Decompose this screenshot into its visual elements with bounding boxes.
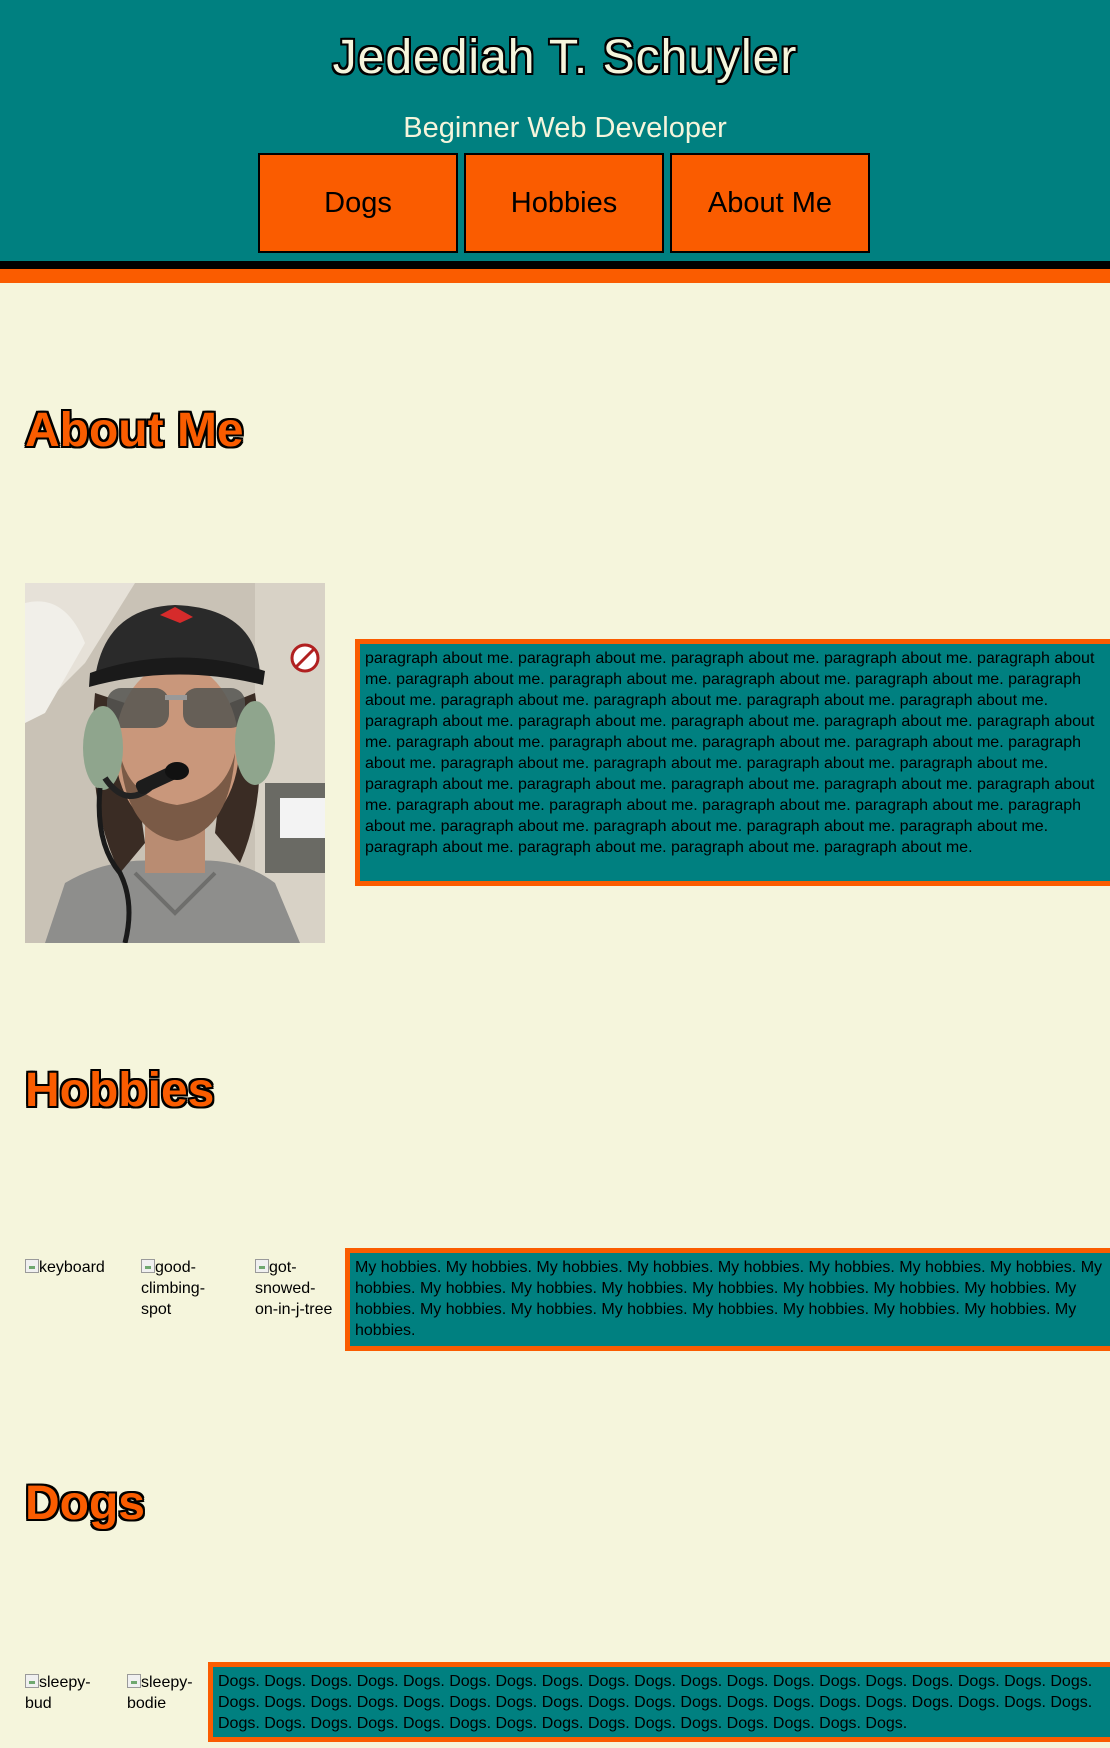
nav-dogs-button[interactable]: Dogs: [258, 153, 458, 253]
header-divider-orange: [0, 269, 1110, 283]
hobby-image-keyboard: keyboard: [25, 1257, 130, 1278]
site-subtitle: Beginner Web Developer: [403, 112, 727, 144]
header-divider-black: [0, 261, 1110, 269]
hobby-image-climbing-spot: good-climbing-spot: [141, 1257, 231, 1320]
site-title: Jedediah T. Schuyler: [332, 31, 798, 84]
broken-image-icon: [25, 1259, 39, 1273]
image-alt-text: keyboard: [39, 1259, 105, 1276]
hobby-image-snowed-tree: got-snowed-on-in-j-tree: [255, 1257, 335, 1320]
broken-image-icon: [127, 1674, 141, 1688]
nav-about-me-button[interactable]: About Me: [670, 153, 870, 253]
dogs-heading: Dogs: [25, 1477, 145, 1530]
about-me-paragraph: paragraph about me. paragraph about me. …: [355, 639, 1110, 886]
hobbies-paragraph: My hobbies. My hobbies. My hobbies. My h…: [345, 1248, 1110, 1351]
site-header: Jedediah T. Schuyler Beginner Web Develo…: [0, 0, 1110, 261]
profile-photo: [25, 583, 325, 943]
dog-image-sleepy-bodie: sleepy-bodie: [127, 1672, 207, 1714]
dogs-paragraph: Dogs. Dogs. Dogs. Dogs. Dogs. Dogs. Dogs…: [208, 1662, 1110, 1742]
dog-image-sleepy-bud: sleepy-bud: [25, 1672, 105, 1714]
broken-image-icon: [25, 1674, 39, 1688]
hobbies-heading: Hobbies: [25, 1064, 215, 1117]
about-me-heading: About Me: [25, 404, 244, 457]
nav-hobbies-button[interactable]: Hobbies: [464, 153, 664, 253]
broken-image-icon: [141, 1259, 155, 1273]
broken-image-icon: [255, 1259, 269, 1273]
